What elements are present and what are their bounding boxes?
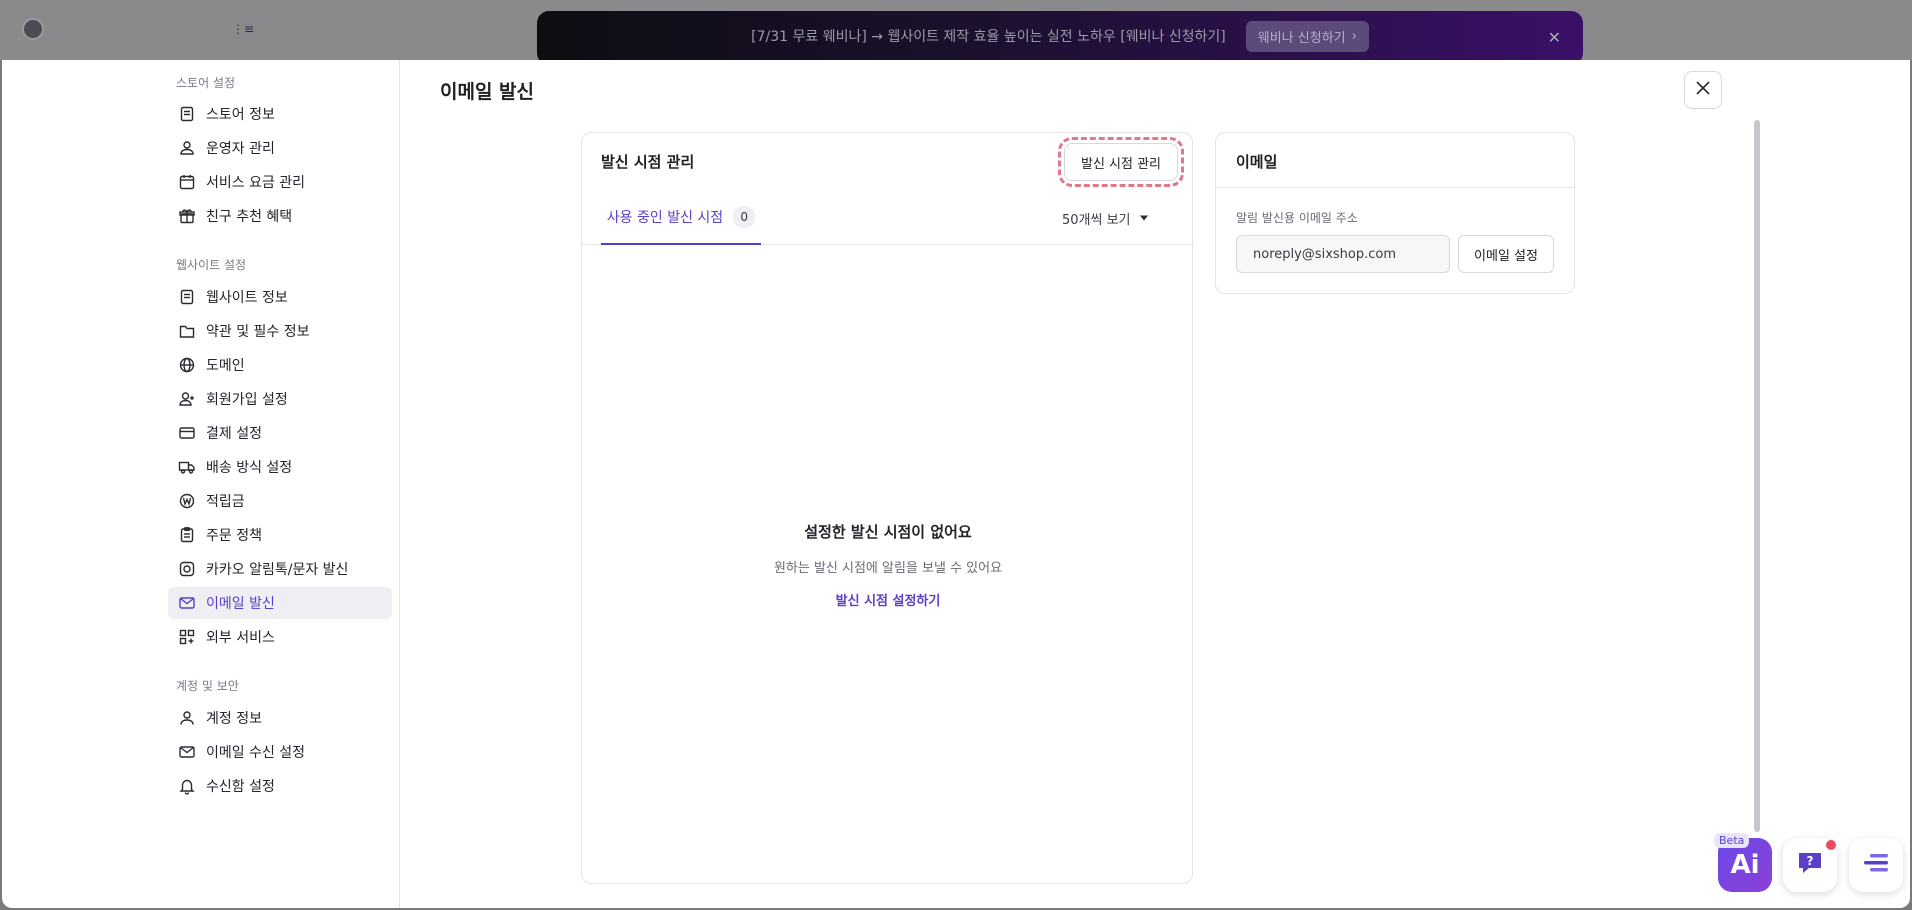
send-timing-card: 발신 시점 관리 발신 시점 관리 사용 중인 발신 시점 0 50개씩 보기 …: [581, 132, 1194, 884]
sidebar-item-referral[interactable]: 친구 추천 혜택: [168, 200, 392, 232]
per-page-select[interactable]: 50개씩 보기: [1062, 209, 1149, 228]
empty-state-description: 원하는 발신 시점에 알림을 보낼 수 있어요: [773, 561, 1003, 576]
tab-label: 사용 중인 발신 시점: [606, 210, 724, 226]
modal-close-button[interactable]: [1684, 71, 1722, 109]
sender-email-label: 알림 발신용 이메일 주소: [1236, 211, 1358, 225]
sidebar-item-payment[interactable]: 결제 설정: [168, 417, 392, 449]
sidebar-item-website-info[interactable]: 웹사이트 정보: [168, 281, 392, 313]
mail-icon: [178, 743, 196, 761]
setup-send-timing-link[interactable]: 발신 시점 설정하기: [582, 590, 1194, 609]
bell-icon: [178, 777, 196, 795]
notification-dot: [1826, 840, 1836, 850]
calendar-plus-icon: [178, 173, 196, 191]
divider: [1216, 187, 1574, 188]
promo-banner[interactable]: [7/31 무료 웨비나] → 웹사이트 제작 효율 높이는 실전 노하우 [웨…: [537, 11, 1583, 65]
document-icon: [178, 105, 196, 123]
group-label-account: 계정 및 보안: [176, 679, 239, 693]
settings-content: 이메일 발신 발신 시점 관리 발신 시점 관리 사용 중인 발신 시점 0 5…: [400, 60, 1910, 908]
tab-active-send-timing[interactable]: 사용 중인 발신 시점 0: [601, 191, 761, 245]
sidebar-item-operators[interactable]: 운영자 관리: [168, 132, 392, 164]
caret-down-icon: [1139, 211, 1149, 226]
sidebar-item-email-send[interactable]: 이메일 발신: [168, 587, 392, 619]
tab-count-badge: 0: [733, 206, 756, 228]
sidebar-item-external[interactable]: 외부 서비스: [168, 621, 392, 653]
sidebar-item-plan[interactable]: 서비스 요금 관리: [168, 166, 392, 198]
beta-badge: Beta: [1714, 833, 1750, 848]
sidebar-item-kakao[interactable]: 카카오 알림톡/문자 발신: [168, 553, 392, 585]
email-settings-button[interactable]: 이메일 설정: [1458, 235, 1554, 273]
menu-button[interactable]: [1849, 838, 1903, 892]
group-label-store: 스토어 설정: [176, 76, 236, 90]
sidebar-item-terms[interactable]: 약관 및 필수 정보: [168, 315, 392, 347]
sidebar-item-signup[interactable]: 회원가입 설정: [168, 383, 392, 415]
per-page-label: 50개씩 보기: [1062, 213, 1131, 228]
sidebar-item-store-info[interactable]: 스토어 정보: [168, 98, 392, 130]
sidebar-item-email-receive[interactable]: 이메일 수신 설정: [168, 736, 392, 768]
send-timing-tabs: 사용 중인 발신 시점 0 50개씩 보기: [582, 191, 1194, 245]
banner-close-icon[interactable]: ✕: [1548, 28, 1561, 47]
sidebar-item-order-policy[interactable]: 주문 정책: [168, 519, 392, 551]
sidebar-item-points[interactable]: 적립금: [168, 485, 392, 517]
content-scrollbar[interactable]: [1754, 120, 1760, 832]
settings-modal: 스토어 설정 스토어 정보 운영자 관리 서비스 요금 관리 친구 추천 혜택 …: [2, 60, 1910, 908]
send-timing-title: 발신 시점 관리: [601, 153, 695, 171]
sidebar-item-domain[interactable]: 도메인: [168, 349, 392, 381]
webinar-signup-button[interactable]: 웨비나 신청하기 ›: [1245, 20, 1369, 52]
globe-icon: [178, 356, 196, 374]
user-add-icon: [178, 390, 196, 408]
sidebar-item-shipping[interactable]: 배송 방식 설정: [168, 451, 392, 483]
sidebar-item-account-info[interactable]: 계정 정보: [168, 702, 392, 734]
svg-text:?: ?: [1807, 854, 1814, 868]
credit-card-icon: [178, 424, 196, 442]
menu-lines-icon: [1862, 851, 1890, 879]
sidebar-item-inbox[interactable]: 수신함 설정: [168, 770, 392, 802]
clipboard-icon: [178, 526, 196, 544]
page-title: 이메일 발신: [440, 81, 535, 103]
close-icon: [1695, 80, 1711, 100]
won-coin-icon: [178, 492, 196, 510]
help-chat-icon: ?: [1795, 848, 1825, 882]
mail-icon: [178, 594, 196, 612]
group-label-website: 웹사이트 설정: [176, 258, 247, 272]
chevron-right-icon: ›: [1351, 28, 1357, 44]
apps-grid-icon: [178, 628, 196, 646]
gift-icon: [178, 207, 196, 225]
settings-sidebar: 스토어 설정 스토어 정보 운영자 관리 서비스 요금 관리 친구 추천 혜택 …: [2, 60, 400, 908]
user-icon: [178, 709, 196, 727]
user-manage-icon: [178, 139, 196, 157]
email-card: 이메일 알림 발신용 이메일 주소 이메일 설정: [1215, 132, 1575, 294]
truck-icon: [178, 458, 196, 476]
chat-bubble-icon: [178, 560, 196, 578]
empty-state-title: 설정한 발신 시점이 없어요: [804, 523, 972, 541]
sidebar-toggle-icon: ⋮≡: [232, 22, 255, 36]
email-card-title: 이메일: [1236, 153, 1278, 171]
sender-email-input[interactable]: [1236, 235, 1450, 273]
folder-icon: [178, 322, 196, 340]
banner-text: [7/31 무료 웨비나] → 웹사이트 제작 효율 높이는 실전 노하우 [웨…: [751, 29, 1226, 45]
manage-send-timing-button[interactable]: 발신 시점 관리: [1058, 137, 1184, 187]
document-icon: [178, 288, 196, 306]
store-logo-icon: [22, 18, 44, 40]
